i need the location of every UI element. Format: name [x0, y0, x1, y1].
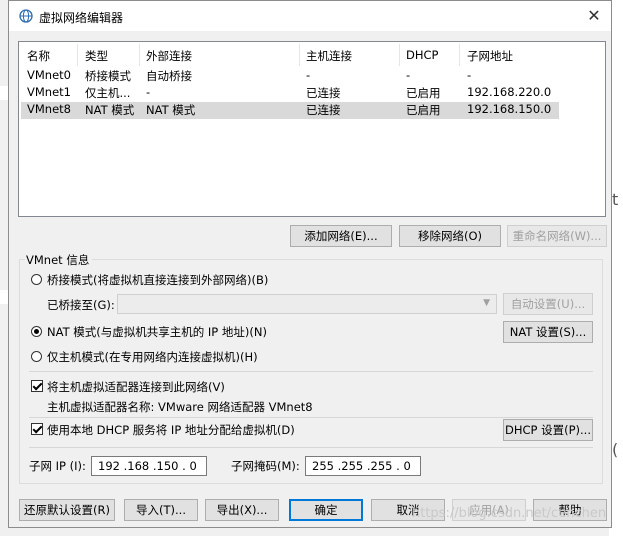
cell-subnet: 192.168.220.0 [467, 85, 552, 99]
cell-type: 仅主机... [85, 86, 131, 100]
watermark: https://blog.csdn.net/cenchen [412, 506, 607, 521]
bridged-to-select[interactable]: ▼ [117, 294, 497, 314]
divider [29, 417, 593, 418]
cell-external: 自动桥接 [146, 69, 192, 83]
subnet-mask-field[interactable]: 255 .255 .255 . 0 [305, 456, 421, 476]
title-bar[interactable]: 虚拟网络编辑器 ✕ [9, 1, 611, 31]
cell-host: 已连接 [306, 103, 341, 117]
network-list[interactable]: 名称 类型 外部连接 主机连接 DHCP 子网地址 VMnet0 桥接模式 自动… [18, 41, 606, 217]
rename-network-button[interactable]: 重命名网络(W)... [507, 225, 607, 247]
background-fragment: t [612, 190, 619, 209]
background-fragment [0, 86, 8, 100]
cell-type: NAT 模式 [85, 103, 135, 117]
subnet-ip-label: 子网 IP (I): [29, 459, 86, 473]
import-button[interactable]: 导入(T)... [124, 499, 198, 521]
cell-name: VMnet1 [27, 85, 71, 99]
export-button[interactable]: 导出(X)... [205, 499, 279, 521]
connect-adapter-checkbox[interactable] [31, 380, 43, 392]
chevron-down-icon: ▼ [483, 298, 490, 308]
network-globe-icon [19, 9, 33, 23]
virtual-network-editor-dialog: 虚拟网络编辑器 ✕ 名称 类型 外部连接 主机连接 DHCP 子网地址 VMne… [8, 0, 612, 528]
table-row[interactable]: VMnet0 桥接模式 自动桥接 - - - [21, 68, 559, 85]
dhcp-checkbox[interactable] [31, 423, 43, 435]
column-header-subnet[interactable]: 子网地址 [467, 48, 513, 64]
add-network-button[interactable]: 添加网络(E)... [290, 225, 392, 247]
host-only-label[interactable]: 仅主机模式(在专用网络内连接虚拟机)(H) [47, 349, 258, 365]
divider [29, 371, 593, 372]
cell-name: VMnet8 [27, 102, 71, 116]
column-header-host[interactable]: 主机连接 [306, 48, 352, 64]
column-divider[interactable] [459, 44, 460, 66]
column-divider[interactable] [399, 44, 400, 66]
cell-host: 已连接 [306, 86, 341, 100]
nat-settings-button[interactable]: NAT 设置(S)... [503, 321, 593, 343]
background-fragment [0, 290, 8, 304]
auto-settings-button[interactable]: 自动设置(U)... [503, 293, 593, 315]
nat-mode-radio[interactable] [31, 326, 42, 337]
divider [29, 447, 593, 448]
subnet-mask-label: 子网掩码(M): [231, 459, 300, 473]
cell-dhcp: - [406, 68, 411, 82]
close-icon: ✕ [587, 6, 601, 25]
host-only-radio[interactable] [31, 351, 42, 362]
cell-subnet: 192.168.150.0 [467, 102, 552, 116]
connect-adapter-label[interactable]: 将主机虚拟适配器连接到此网络(V) [47, 379, 225, 395]
cell-dhcp: 已启用 [406, 103, 441, 117]
bridged-to-label: 已桥接至(G): [47, 298, 115, 312]
column-header-external[interactable]: 外部连接 [146, 48, 192, 64]
window-title: 虚拟网络编辑器 [39, 11, 124, 25]
remove-network-button[interactable]: 移除网络(O) [399, 225, 501, 247]
nat-mode-label[interactable]: NAT 模式(与虚拟机共享主机的 IP 地址)(N) [47, 324, 267, 340]
ok-button[interactable]: 确定 [289, 499, 363, 521]
subnet-ip-field[interactable]: 192 .168 .150 . 0 [91, 456, 207, 476]
cell-host: - [306, 68, 311, 82]
cell-name: VMnet0 [27, 68, 71, 82]
cell-type: 桥接模式 [85, 69, 131, 83]
cell-subnet: - [467, 68, 472, 82]
bridge-mode-label[interactable]: 桥接模式(将虚拟机直接连接到外部网络)(B) [47, 272, 268, 288]
table-row[interactable]: VMnet1 仅主机... - 已连接 已启用 192.168.220.0 [21, 85, 559, 102]
restore-defaults-button[interactable]: 还原默认设置(R) [19, 499, 115, 521]
adapter-name-text: 主机虚拟适配器名称: VMware 网络适配器 VMnet8 [47, 400, 313, 414]
bridge-mode-radio[interactable] [31, 274, 42, 285]
column-divider[interactable] [77, 44, 78, 66]
dhcp-label[interactable]: 使用本地 DHCP 服务将 IP 地址分配给虚拟机(D) [47, 422, 295, 438]
column-header-name[interactable]: 名称 [27, 48, 50, 64]
table-row-selected[interactable]: VMnet8 NAT 模式 NAT 模式 已连接 已启用 192.168.150… [21, 102, 559, 119]
column-header-dhcp[interactable]: DHCP [406, 48, 438, 62]
background-fragment: ( [612, 440, 619, 459]
vmnet-info-title: VMnet 信息 [25, 252, 93, 268]
column-divider[interactable] [299, 44, 300, 66]
cell-external: - [146, 85, 151, 99]
cell-external: NAT 模式 [146, 103, 196, 117]
column-divider[interactable] [139, 44, 140, 66]
close-button[interactable]: ✕ [577, 1, 611, 31]
column-header-type[interactable]: 类型 [85, 48, 108, 64]
dhcp-settings-button[interactable]: DHCP 设置(P)... [503, 419, 593, 441]
cell-dhcp: 已启用 [406, 86, 441, 100]
